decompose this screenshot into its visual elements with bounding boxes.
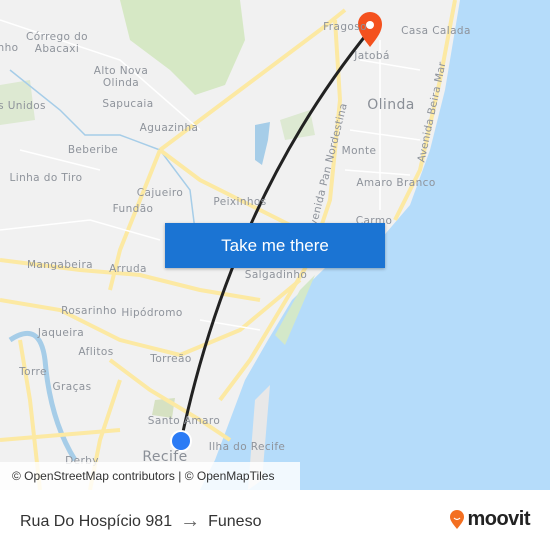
map-label: Olinda <box>367 97 415 113</box>
moovit-wordmark: moovit <box>467 508 530 530</box>
map-label: Ilha do Recife <box>208 441 286 453</box>
map[interactable]: nho Córrego do Abacaxi Alto Nova Olinda … <box>0 0 550 490</box>
footer: Rua Do Hospício 981 → Funeso moovit <box>0 490 550 550</box>
map-label: Sapucaia <box>102 98 154 110</box>
map-label: Peixinhos <box>213 196 267 208</box>
map-label: Linha do Tiro <box>9 172 83 184</box>
map-label: Hipódromo <box>121 307 183 319</box>
map-label: Jaqueira <box>37 327 85 339</box>
map-label: Santo Amaro <box>147 415 221 427</box>
map-label: Torre <box>19 366 47 378</box>
map-label: Cajueiro <box>136 187 184 199</box>
map-attribution: © OpenStreetMap contributors | © OpenMap… <box>0 462 300 490</box>
route-title: Rua Do Hospício 981 → Funeso <box>20 510 261 533</box>
map-label: Monte <box>341 145 377 157</box>
map-label: nho <box>0 42 19 54</box>
map-label: Rosarinho <box>61 305 117 317</box>
map-label: Amaro Branco <box>356 177 436 189</box>
map-label: Beberibe <box>67 144 119 156</box>
map-label: Fundão <box>112 203 154 215</box>
map-label: Alto Nova Olinda <box>93 65 149 89</box>
map-label: Mangabeira <box>26 259 94 271</box>
moovit-pin-icon <box>450 509 465 529</box>
map-label: Torreão <box>150 353 192 365</box>
take-me-there-button[interactable]: Take me there <box>165 223 385 268</box>
map-label: Córrego do Abacaxi <box>26 31 88 55</box>
map-label: Aflitos <box>78 346 114 358</box>
arrow-right-icon: → <box>180 510 201 532</box>
map-label: Jatobá <box>354 50 390 62</box>
map-label: Aguazinha <box>139 122 199 134</box>
lagoon <box>255 122 270 165</box>
origin-name: Rua Do Hospício 981 <box>20 512 173 530</box>
map-label: Fragoso <box>323 21 367 33</box>
moovit-logo: moovit <box>449 508 530 531</box>
map-label: Arruda <box>109 263 147 275</box>
map-label: Casa Calada <box>401 25 471 37</box>
map-label: s Unidos <box>0 100 46 112</box>
origin-dot <box>170 430 192 452</box>
destination-name: Funeso <box>208 512 262 530</box>
map-label: Salgadinho <box>244 269 308 281</box>
river <box>8 330 78 462</box>
map-label: Graças <box>52 381 92 393</box>
